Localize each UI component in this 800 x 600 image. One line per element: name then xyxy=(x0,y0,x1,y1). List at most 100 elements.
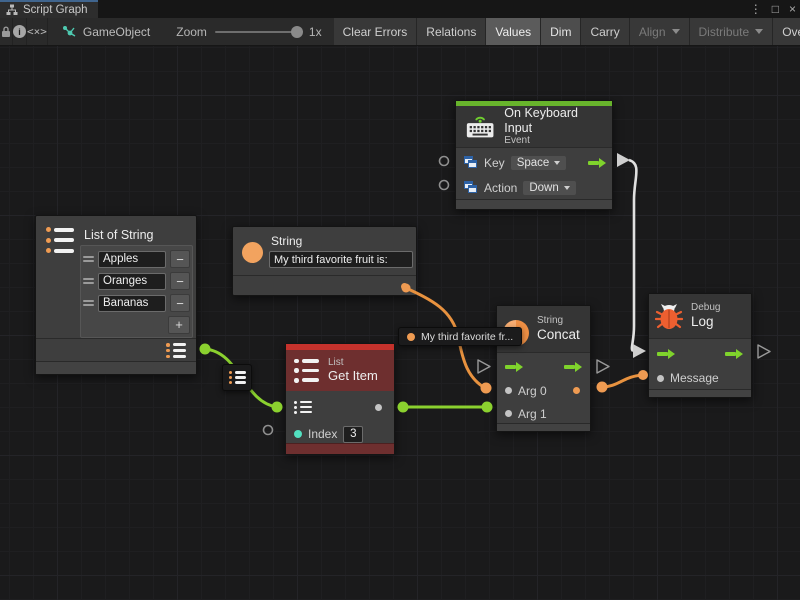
message-input-port[interactable] xyxy=(657,375,664,382)
exit-output-port[interactable] xyxy=(564,362,582,372)
drag-handle-icon[interactable] xyxy=(83,300,94,306)
graph-machine-icon xyxy=(62,25,77,39)
node-category: String xyxy=(537,315,580,327)
arg0-input-port[interactable] xyxy=(505,387,512,394)
list-item-input[interactable]: Bananas xyxy=(98,295,166,312)
index-label: Index xyxy=(308,427,337,441)
string-dot-icon xyxy=(407,333,415,341)
trigger-output-port[interactable] xyxy=(588,158,606,168)
action-dropdown[interactable]: Down xyxy=(523,181,575,195)
list-icon xyxy=(46,227,76,253)
list-item-value: Apples xyxy=(103,253,138,265)
node-title: String xyxy=(271,234,302,248)
node-concat[interactable]: String Concat Arg 0 Arg 1 xyxy=(496,305,591,432)
code-view-button[interactable]: <×> xyxy=(27,18,48,45)
node-get-item[interactable]: List Get Item Index 3 xyxy=(285,343,395,455)
zoom-value: 1x xyxy=(309,25,322,39)
keyboard-event-icon xyxy=(464,113,496,140)
list-item-row: Oranges − xyxy=(83,270,190,292)
node-footer xyxy=(497,423,590,431)
align-dropdown-button[interactable]: Align xyxy=(630,18,690,45)
node-title: Get Item xyxy=(328,369,378,384)
string-value-input[interactable]: My third favorite fruit is: xyxy=(269,251,413,268)
bug-icon xyxy=(655,301,683,331)
remove-item-button[interactable]: − xyxy=(170,250,190,268)
clear-errors-button[interactable]: Clear Errors xyxy=(334,18,418,45)
node-footer xyxy=(286,443,394,454)
arg1-input-port[interactable] xyxy=(505,410,512,417)
key-dropdown-value: Space xyxy=(517,157,550,169)
index-input-port[interactable] xyxy=(294,430,302,438)
list-item-input[interactable]: Oranges xyxy=(98,273,166,290)
list-icon xyxy=(229,371,246,384)
exit-output-port[interactable] xyxy=(725,349,743,359)
remove-item-button[interactable]: − xyxy=(170,294,190,312)
enter-input-port[interactable] xyxy=(657,349,675,359)
index-value: 3 xyxy=(350,428,356,440)
carry-button[interactable]: Carry xyxy=(581,18,629,45)
tab-script-graph[interactable]: Script Graph xyxy=(0,0,98,18)
graph-hierarchy-icon xyxy=(6,4,18,16)
gameobject-reference[interactable]: GameObject xyxy=(48,18,160,45)
list-value-preview xyxy=(222,364,252,391)
node-title: Concat xyxy=(537,327,580,343)
relations-button[interactable]: Relations xyxy=(417,18,486,45)
overview-button[interactable]: Overv xyxy=(773,18,800,45)
string-value-preview: My third favorite fr... xyxy=(398,327,522,346)
action-port-label: Action xyxy=(484,181,517,195)
lock-icon xyxy=(0,25,12,38)
list-editor: Apples − Oranges − Bananas − + xyxy=(80,245,193,338)
message-label: Message xyxy=(670,371,719,385)
distribute-dropdown-button[interactable]: Distribute xyxy=(690,18,774,45)
chevron-down-icon xyxy=(672,29,680,34)
window-close-icon[interactable]: × xyxy=(789,0,796,18)
node-list-of-string[interactable]: List of String Apples − Oranges − Banana… xyxy=(35,215,197,375)
add-item-button[interactable]: + xyxy=(168,316,190,334)
arg0-label: Arg 0 xyxy=(518,384,547,398)
key-port-label: Key xyxy=(484,156,505,170)
list-output-port[interactable] xyxy=(166,343,186,358)
node-footer xyxy=(456,199,612,209)
align-label: Align xyxy=(639,25,666,39)
chevron-down-icon xyxy=(564,186,570,190)
string-preview-text: My third favorite fr... xyxy=(421,331,513,343)
enter-input-port[interactable] xyxy=(505,362,523,372)
zoom-slider[interactable] xyxy=(215,31,301,33)
node-string-literal[interactable]: String My third favorite fruit is: xyxy=(232,226,417,296)
info-icon: i xyxy=(13,25,26,38)
list-item-input[interactable]: Apples xyxy=(98,251,166,268)
values-toggle-button[interactable]: Values xyxy=(486,18,541,45)
chevron-down-icon xyxy=(554,161,560,165)
title-bar: Script Graph ⋮ □ × xyxy=(0,0,800,18)
remove-item-button[interactable]: − xyxy=(170,272,190,290)
zoom-label: Zoom xyxy=(176,25,207,39)
key-dropdown[interactable]: Space xyxy=(511,156,567,170)
dim-toggle-button[interactable]: Dim xyxy=(541,18,581,45)
zoom-slider-knob[interactable] xyxy=(291,26,303,38)
window-maximize-icon[interactable]: □ xyxy=(772,0,779,18)
node-debug-log[interactable]: Debug Log Message xyxy=(648,293,752,398)
drag-handle-icon[interactable] xyxy=(83,278,94,284)
list-input-port[interactable] xyxy=(294,401,312,414)
info-button[interactable]: i xyxy=(13,18,27,45)
string-value: My third favorite fruit is: xyxy=(274,254,388,266)
node-title: On Keyboard Input xyxy=(504,106,604,135)
list-item-value: Oranges xyxy=(103,275,147,287)
graph-toolbar: i <×> GameObject Zoom 1x Clear Errors Re… xyxy=(0,18,800,46)
drag-handle-icon[interactable] xyxy=(83,256,94,262)
action-dropdown-value: Down xyxy=(529,182,558,194)
node-title: List of String xyxy=(84,228,153,242)
lock-button[interactable] xyxy=(0,18,13,45)
index-input[interactable]: 3 xyxy=(343,426,363,443)
window-menu-icon[interactable]: ⋮ xyxy=(750,0,762,18)
tab-title: Script Graph xyxy=(23,4,88,16)
distribute-label: Distribute xyxy=(699,25,750,39)
string-output-port[interactable] xyxy=(401,283,408,290)
chevron-down-icon xyxy=(755,29,763,34)
item-output-port[interactable] xyxy=(375,404,382,411)
node-footer xyxy=(36,361,196,374)
node-on-keyboard-input[interactable]: On Keyboard Input Event Key Space Action… xyxy=(455,100,613,210)
node-subtitle: Event xyxy=(504,135,604,147)
result-output-port[interactable] xyxy=(573,387,580,394)
string-type-icon xyxy=(242,242,263,263)
